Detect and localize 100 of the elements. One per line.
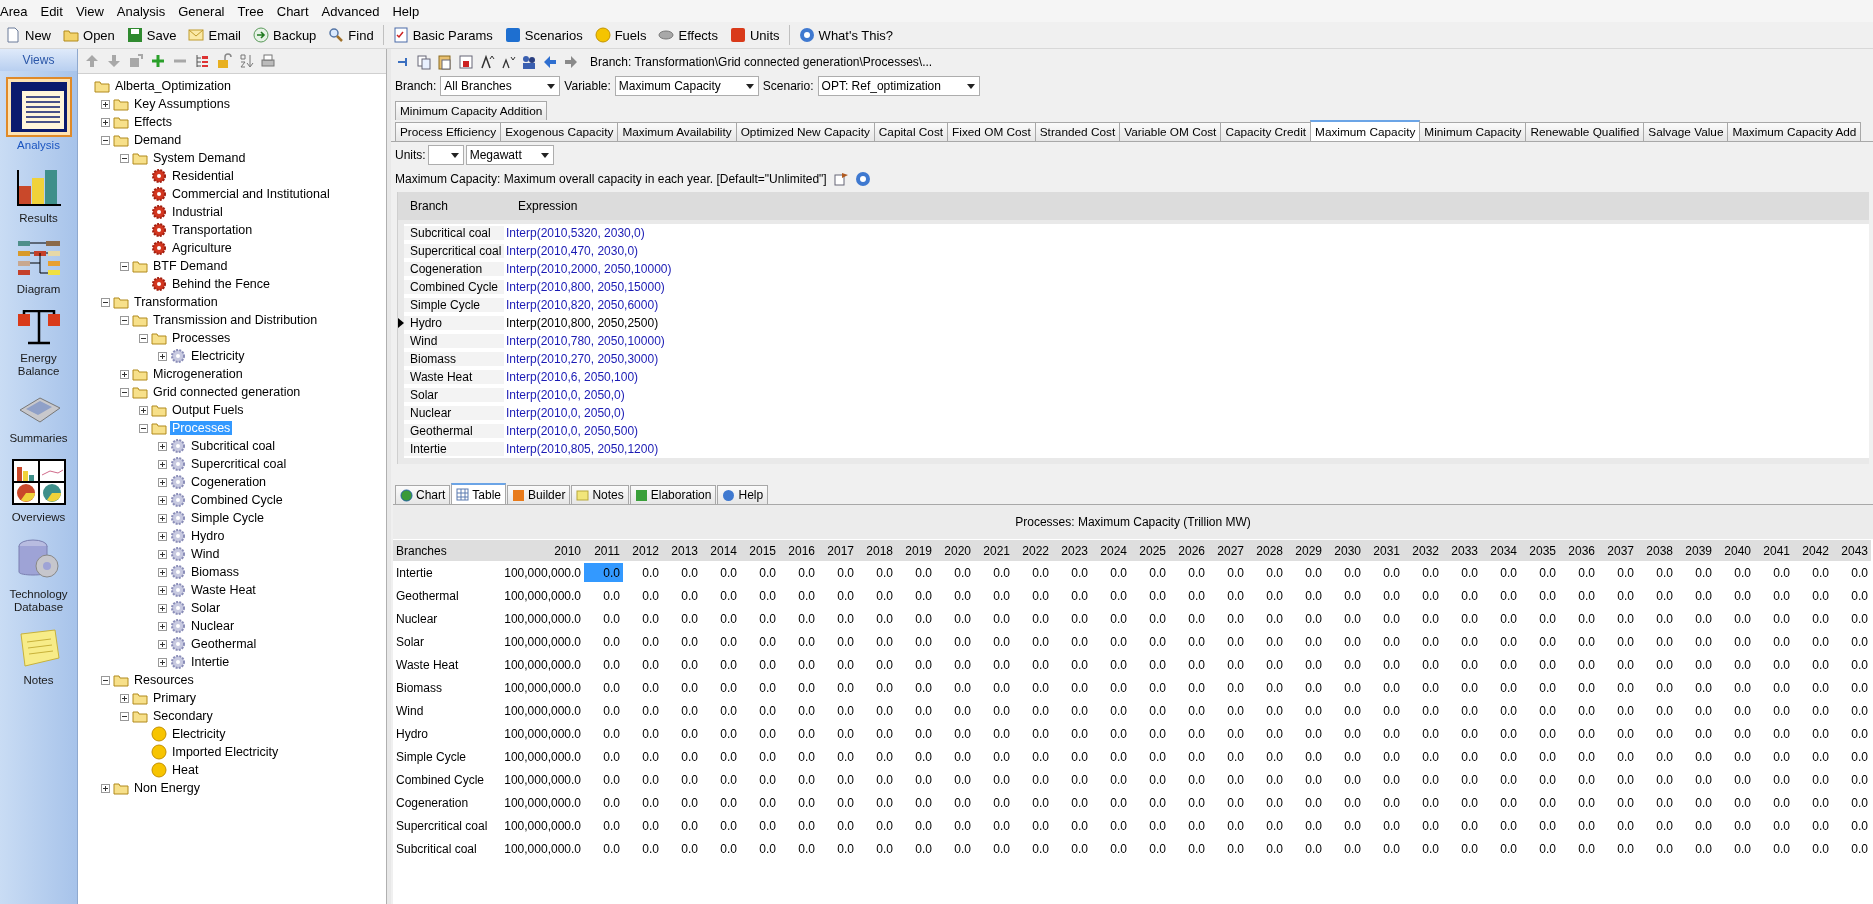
outline-node[interactable]: Imported Electricity: [170, 745, 281, 759]
expression-text[interactable]: Interp(2010,470, 2030,0): [504, 244, 639, 258]
outline-node[interactable]: Output Fuels: [170, 403, 246, 417]
collapse-toggle[interactable]: [139, 423, 148, 433]
toolbar-button[interactable]: Find: [323, 25, 379, 45]
outline-node[interactable]: Alberta_Optimization: [113, 79, 234, 93]
collapse-toggle[interactable]: [120, 261, 129, 271]
expand-toggle[interactable]: [158, 621, 167, 631]
outline-node[interactable]: Behind the Fence: [170, 277, 272, 291]
view-button[interactable]: Notes: [2, 620, 75, 691]
expand-toggle[interactable]: [101, 99, 110, 109]
outline-node[interactable]: System Demand: [151, 151, 248, 165]
outline-node[interactable]: Transformation: [132, 295, 220, 309]
dropdown[interactable]: OPT: Ref_optimization: [817, 76, 980, 96]
tab[interactable]: Minimum Capacity Addition: [395, 101, 548, 120]
expand-toggle[interactable]: [158, 459, 167, 469]
outline-node[interactable]: Key Assumptions: [132, 97, 232, 111]
outline-node[interactable]: Transmission and Distribution: [151, 313, 320, 327]
expression-text[interactable]: Interp(2010,0, 2050,0): [504, 406, 625, 420]
outline-node[interactable]: Microgeneration: [151, 367, 245, 381]
menu-item[interactable]: Analysis: [110, 3, 173, 19]
outline-node[interactable]: Supercritical coal: [189, 457, 289, 471]
menu-item[interactable]: Chart: [270, 3, 316, 19]
tab[interactable]: Notes: [571, 485, 629, 504]
tab[interactable]: Chart: [395, 485, 451, 504]
toolbar-button[interactable]: Fuels: [589, 25, 652, 45]
outline-node[interactable]: Transportation: [170, 223, 255, 237]
expand-toggle[interactable]: [158, 657, 167, 667]
view-button[interactable]: Energy Balance: [2, 302, 75, 382]
outline-node[interactable]: Geothermal: [189, 637, 259, 651]
outline-node[interactable]: Biomass: [189, 565, 241, 579]
outline-node[interactable]: Cogeneration: [189, 475, 269, 489]
expand-toggle[interactable]: [120, 693, 129, 703]
expression-text[interactable]: Interp(2010,0, 2050,500): [504, 424, 639, 438]
tab[interactable]: Table: [451, 483, 507, 504]
outline-node[interactable]: Primary: [151, 691, 199, 705]
dropdown[interactable]: Maximum Capacity: [614, 76, 759, 96]
outline-node[interactable]: BTF Demand: [151, 259, 230, 273]
expand-toggle[interactable]: [120, 369, 129, 379]
expression-text[interactable]: Interp(2010,800, 2050,2500): [504, 316, 659, 330]
tab[interactable]: Renewable Qualified: [1525, 122, 1645, 141]
collapse-toggle[interactable]: [120, 153, 129, 163]
expression-text[interactable]: Interp(2010,820, 2050,6000): [504, 298, 659, 312]
outline-node[interactable]: Simple Cycle: [189, 511, 266, 525]
toolbar-button[interactable]: Backup: [248, 25, 322, 45]
expand-toggle[interactable]: [139, 405, 148, 415]
outline-node[interactable]: Hydro: [189, 529, 227, 543]
outline-node[interactable]: Effects: [132, 115, 174, 129]
toolbar-button[interactable]: Email: [183, 25, 246, 45]
toolbar-button[interactable]: Effects: [653, 25, 723, 45]
expand-toggle[interactable]: [158, 603, 167, 613]
view-button[interactable]: Diagram: [2, 231, 75, 300]
outline-node[interactable]: Agriculture: [170, 241, 234, 255]
collapse-toggle[interactable]: [101, 135, 110, 145]
expression-text[interactable]: Interp(2010,0, 2050,0): [504, 388, 625, 402]
outline-node[interactable]: Demand: [132, 133, 184, 147]
outline-node[interactable]: Resources: [132, 673, 196, 687]
tab[interactable]: Elaboration: [629, 485, 717, 504]
tab[interactable]: Stranded Cost: [1034, 122, 1121, 141]
menu-item[interactable]: Edit: [34, 3, 70, 19]
toolbar-button[interactable]: Units: [725, 25, 785, 45]
expand-toggle[interactable]: [158, 477, 167, 487]
outline-node[interactable]: Secondary: [151, 709, 215, 723]
tab[interactable]: Capacity Credit: [1220, 122, 1312, 141]
menu-item[interactable]: View: [69, 3, 111, 19]
tab[interactable]: Capital Cost: [873, 122, 949, 141]
outline-node[interactable]: Electricity: [189, 349, 247, 363]
toolbar-button[interactable]: Basic Params: [387, 25, 498, 45]
expression-text[interactable]: Interp(2010,270, 2050,3000): [504, 352, 659, 366]
outline-node[interactable]: Nuclear: [189, 619, 237, 633]
outline-node[interactable]: Intertie: [189, 655, 232, 669]
outline-node[interactable]: Solar: [189, 601, 223, 615]
expression-text[interactable]: Interp(2010,5320, 2030,0): [504, 226, 645, 240]
toolbar-button[interactable]: Open: [58, 25, 120, 45]
menu-item[interactable]: Tree: [231, 3, 271, 19]
expand-toggle[interactable]: [158, 567, 167, 577]
expand-toggle[interactable]: [101, 117, 110, 127]
expand-toggle[interactable]: [158, 441, 167, 451]
view-button[interactable]: Summaries: [2, 384, 75, 449]
collapse-toggle[interactable]: [120, 387, 129, 397]
expand-toggle[interactable]: [101, 783, 110, 793]
toolbar-button[interactable]: Scenarios: [499, 25, 588, 45]
tab[interactable]: Maximum Availability: [617, 122, 737, 141]
tab[interactable]: Fixed OM Cost: [947, 122, 1036, 141]
dropdown[interactable]: Megawatt: [465, 145, 554, 165]
dropdown[interactable]: [427, 145, 464, 165]
toolbar-button[interactable]: What's This?: [793, 25, 899, 45]
view-button[interactable]: Overviews: [2, 451, 75, 528]
outline-node[interactable]: Non Energy: [132, 781, 202, 795]
outline-node[interactable]: Residential: [170, 169, 236, 183]
tab[interactable]: Process Efficiency: [395, 122, 502, 141]
outline-node[interactable]: Industrial: [170, 205, 225, 219]
expand-toggle[interactable]: [158, 585, 167, 595]
collapse-toggle[interactable]: [139, 333, 148, 343]
outline-node[interactable]: Grid connected generation: [151, 385, 303, 399]
collapse-toggle[interactable]: [120, 315, 129, 325]
outline-node[interactable]: Commercial and Institutional: [170, 187, 332, 201]
expand-toggle[interactable]: [158, 495, 167, 505]
outline-node[interactable]: Wind: [189, 547, 222, 561]
toolbar-button[interactable]: New: [0, 25, 56, 45]
